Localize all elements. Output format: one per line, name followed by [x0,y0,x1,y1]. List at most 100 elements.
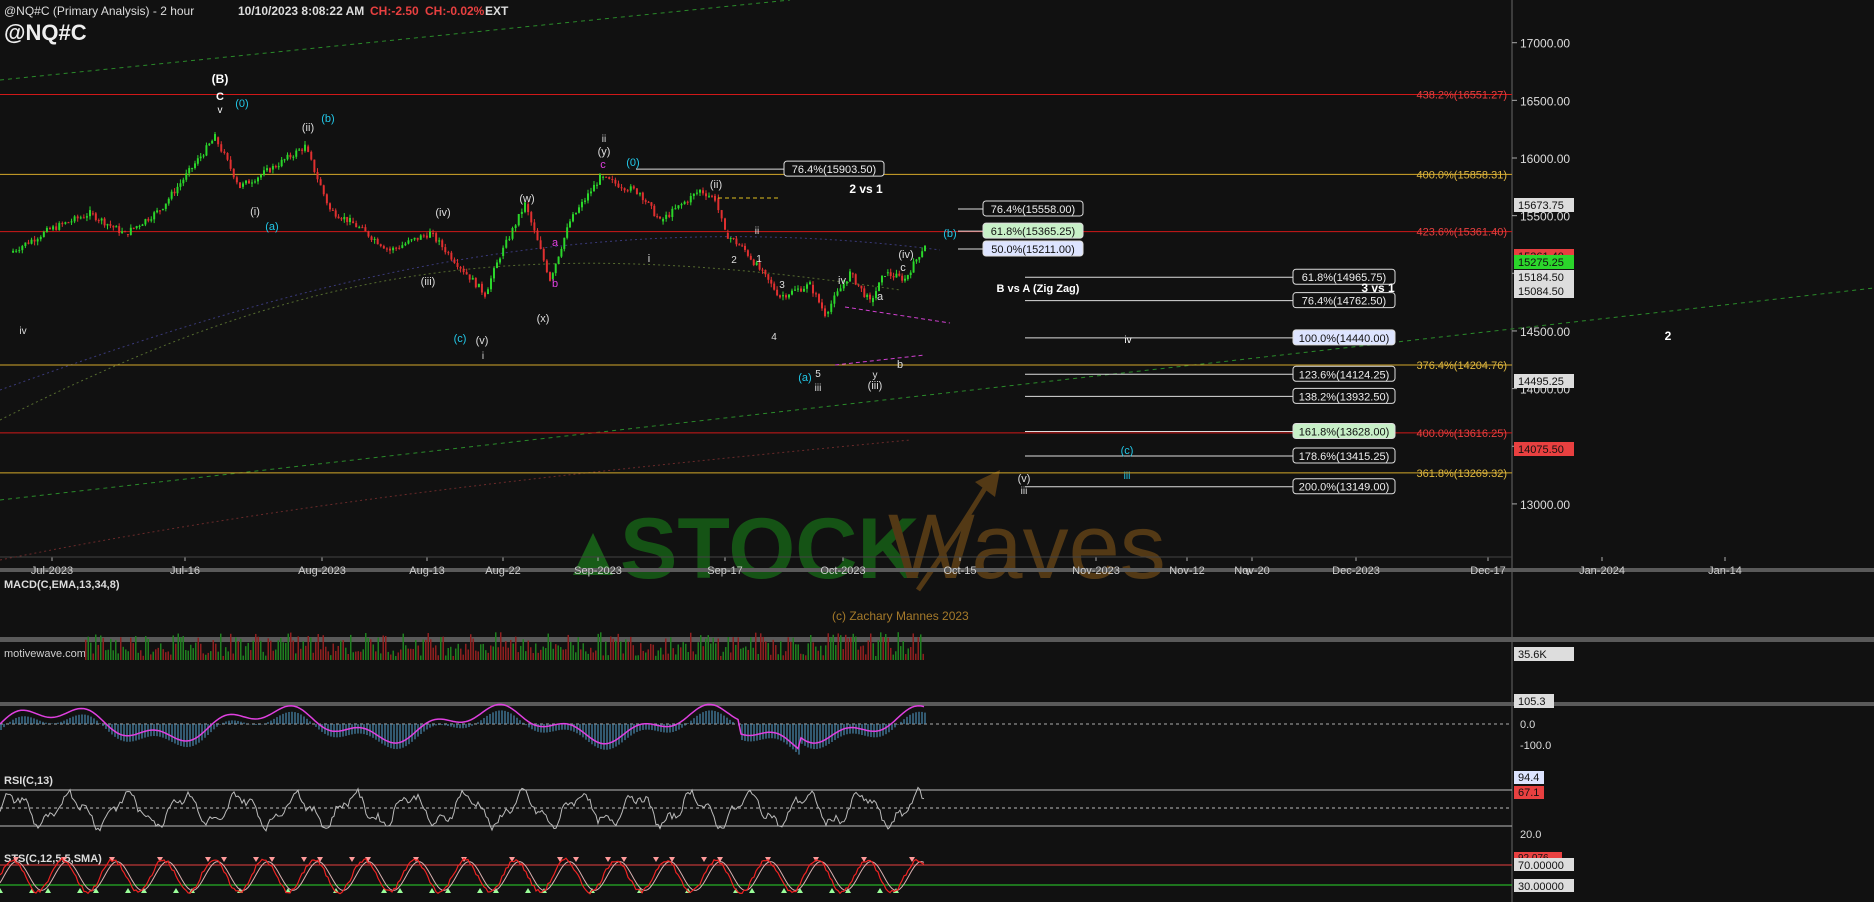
macd-histogram-bar [465,724,467,728]
candle-body [361,227,364,229]
candle-body [520,211,523,214]
candle-body [126,234,129,236]
candle-body [370,236,373,241]
volume-bar [607,655,609,660]
macd-histogram-bar [846,724,848,735]
candle-body [724,218,726,230]
volume-bar [342,640,344,660]
volume-bar [100,635,102,660]
macd-histogram-bar [63,720,65,724]
volume-bar [785,651,787,660]
candle-body [791,290,793,295]
candle-body [263,170,265,175]
volume-bar [880,632,882,660]
volume-bar [487,652,489,660]
macd-histogram-bar [816,724,818,749]
volume-bar [862,645,864,660]
volume-bar [185,650,187,660]
candle-body [70,221,73,223]
macd-histogram-bar [462,724,464,729]
candle-body [211,140,214,144]
candle-body [24,242,27,247]
macd-histogram-bar [705,711,707,724]
volume-bar [882,637,884,660]
volume-bar [310,637,312,660]
wave-label: iii [1021,486,1028,497]
volume-bar [645,652,647,660]
volume-bar [562,649,564,660]
volume-bar [737,637,739,660]
volume-bar [430,639,432,660]
volume-bar [510,639,512,660]
volume-bar [450,646,452,660]
candle-body [575,212,577,215]
candle-body [860,285,863,289]
volume-bar [312,652,314,660]
volume-bar [752,647,754,660]
volume-bar [180,637,182,660]
volume-bar [320,649,322,660]
macd-histogram-bar [228,720,230,724]
volume-bar [555,644,557,660]
x-tick-label: Nov-20 [1234,565,1269,577]
candle-body [395,247,398,249]
macd-histogram-bar [678,724,680,730]
wave-label: v [1246,567,1251,578]
candle-body [587,193,589,201]
candle-body [738,244,741,246]
price-label-text: 14075.50 [1518,444,1564,456]
volume-bar [630,636,632,660]
candle-body [639,193,641,195]
candle-body [153,212,156,220]
volume-bar [525,651,527,660]
volume-bar [90,642,92,660]
macd-histogram-bar [393,724,395,749]
volume-bar [910,647,912,660]
volume-bar [187,650,189,660]
price-label-text: 15275.25 [1518,257,1564,269]
candle-body [744,245,746,250]
macd-histogram-bar [102,724,104,727]
volume-bar [322,635,324,660]
volume-bar [755,632,757,660]
macd-histogram-bar [492,712,494,724]
volume-bar [125,649,127,660]
volume-bar [775,645,777,660]
candle-body [764,269,767,275]
candle-body [671,208,674,218]
volume-bar [427,633,429,660]
volume-bar [597,633,599,660]
volume-bar [402,633,404,660]
volume-bar [715,643,717,660]
volume-bar [275,649,277,660]
macd-tick-label: 0.0 [1520,719,1535,731]
volume-bar [87,636,89,660]
volume-bar [825,645,827,660]
candle-body [839,288,842,292]
volume-bar [612,638,614,660]
candle-body [382,246,385,249]
volume-bar [122,646,124,660]
candle-body [851,273,854,275]
volume-bar [735,644,737,660]
volume-bar [740,648,742,660]
macd-histogram-bar [192,724,194,746]
candle-body [641,192,644,201]
macd-histogram-bar [273,718,275,724]
macd-histogram-bar [585,724,587,740]
candle-body [159,210,161,212]
volume-bar [765,641,767,660]
candle-body [97,220,100,222]
macd-histogram-bar [288,711,290,724]
macd-histogram-bar [246,723,248,724]
candle-body [100,218,103,221]
macd-histogram-bar [504,710,506,724]
macd-title: MACD(C,EMA,13,34,8) [4,579,120,591]
volume-bar [407,648,409,660]
macd-histogram-bar [390,724,392,749]
volume-bar [722,651,724,660]
macd-histogram-bar [54,723,56,724]
volume-bar [890,647,892,660]
candle-body [325,194,328,204]
macd-histogram-bar [195,724,197,745]
